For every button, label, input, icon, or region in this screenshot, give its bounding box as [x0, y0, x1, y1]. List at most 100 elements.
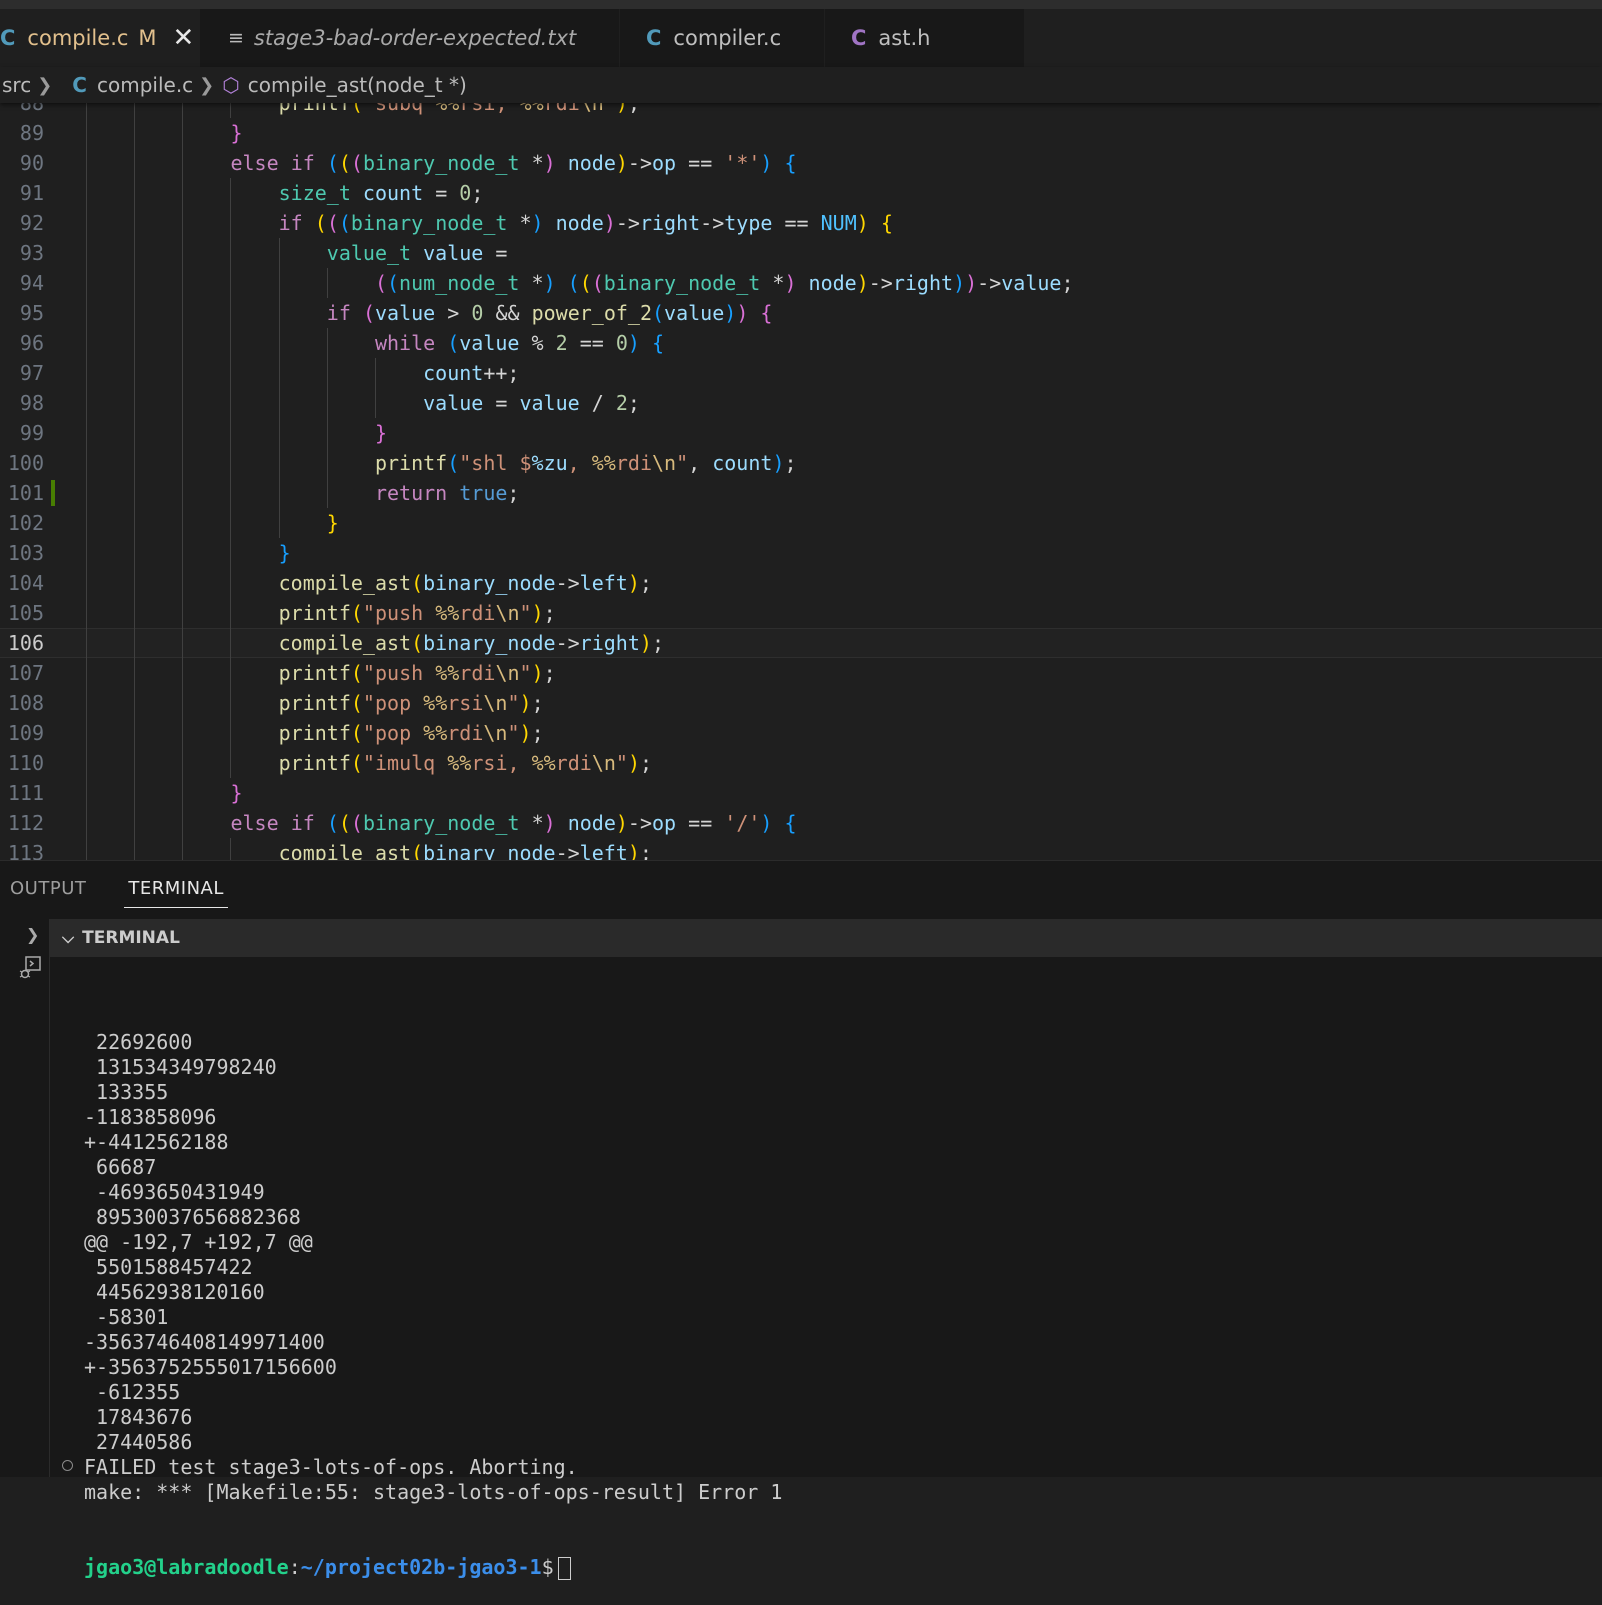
code-line[interactable]: 109 printf("pop %%rdi\n"); — [0, 718, 1602, 748]
code-token: ; — [639, 841, 652, 860]
indent-guide — [278, 298, 280, 328]
tab-label: stage3-bad-order-expected.txt — [253, 26, 577, 50]
code-token: r — [471, 751, 484, 775]
code-token: ( — [350, 811, 363, 835]
breadcrumb-symbol[interactable]: compile_ast(node_t *) — [248, 73, 467, 97]
code-token: } — [374, 421, 387, 445]
code-token: ) — [519, 721, 532, 745]
close-icon[interactable]: ✕ — [173, 25, 195, 51]
terminal-line: 22692600 — [84, 1030, 193, 1054]
code-line[interactable]: 112 else if (((binary_node_t *) node)->op… — [0, 808, 1602, 838]
code-line[interactable]: 90 else if (((binary_node_t *) node)->op … — [0, 148, 1602, 178]
code-token: num_node_t — [399, 271, 520, 295]
tab-ast-h[interactable]: C ast.h — [825, 9, 1025, 67]
code-line[interactable]: 88 printf("subq %%rsi, %%rdi\n"); — [0, 103, 1602, 118]
code-line[interactable]: 103} — [0, 538, 1602, 568]
code-line[interactable]: 106 compile_ast(binary_node->right); — [0, 628, 1602, 658]
code-line[interactable]: 95 if (value > 0 && power_of_2(value)) { — [0, 298, 1602, 328]
code-line[interactable]: 89} — [0, 118, 1602, 148]
code-token: $ — [519, 451, 532, 475]
code-token: ( — [314, 211, 327, 235]
code-line[interactable]: 91 size_t count = 0; — [0, 178, 1602, 208]
code-token: printf — [278, 691, 351, 715]
code-line[interactable]: 102} — [0, 508, 1602, 538]
chevron-right-icon[interactable]: ❯ — [26, 925, 39, 944]
terminal-output[interactable]: 22692600 131534349798240 133355 -11838580… — [84, 980, 782, 1605]
code-line[interactable]: 100 printf("shl $%zu, %%rdi\n", count); — [0, 448, 1602, 478]
code-token: ( — [338, 151, 351, 175]
code-editor[interactable]: 88 printf("subq %%rsi, %%rdi\n"); 89} 90 els… — [0, 103, 1602, 860]
code-token: - — [868, 271, 881, 295]
terminal-prompt[interactable]: jgao3@labradoodle:~/project02b-jgao3-1$ — [84, 1555, 782, 1580]
terminal-section-header[interactable]: ⌵ TERMINAL — [50, 919, 1602, 957]
code-line[interactable]: 101 return true; — [0, 478, 1602, 508]
code-line[interactable]: 97 count++; — [0, 358, 1602, 388]
code-line[interactable]: 107 printf("push %%rdi\n"); — [0, 658, 1602, 688]
git-modified-marker[interactable] — [51, 480, 55, 506]
indent-guide — [182, 268, 184, 298]
code-line[interactable]: 111} — [0, 778, 1602, 808]
code-line[interactable]: 98 value = value / 2; — [0, 388, 1602, 418]
tab-stage3-bad-order-expected[interactable]: ≡ stage3-bad-order-expected.txt — [200, 9, 620, 67]
line-number: 108 — [7, 691, 44, 715]
indent-guide — [134, 478, 136, 508]
file-text-icon: ≡ — [228, 27, 244, 49]
indent-guide — [182, 598, 184, 628]
tab-compiler-c[interactable]: C compiler.c — [620, 9, 825, 67]
command-status-circle-icon — [62, 1460, 73, 1471]
code-line[interactable]: 92 if (((binary_node_t *) node)->right->t… — [0, 208, 1602, 238]
terminal-line: 89530037656882368 — [84, 1205, 301, 1229]
code-token: %% — [423, 691, 448, 715]
code-line[interactable]: 93 value_t value = — [0, 238, 1602, 268]
prompt-symbol: $ — [541, 1555, 554, 1579]
code-token: ) — [615, 151, 628, 175]
code-token: printf — [278, 661, 351, 685]
code-token: d — [555, 103, 568, 115]
indent-guide — [86, 598, 87, 628]
tab-terminal[interactable]: TERMINAL — [124, 872, 228, 908]
code-line[interactable]: 110 printf("imulq %%rsi, %%rdi\n"); — [0, 748, 1602, 778]
indent-guide — [182, 388, 184, 418]
code-token: " — [362, 691, 375, 715]
terminal-line: 131534349798240 — [84, 1055, 277, 1079]
code-token: > — [639, 811, 653, 835]
terminal-debug-icon[interactable] — [18, 955, 44, 981]
code-line[interactable]: 96 while (value % 2 == 0) { — [0, 328, 1602, 358]
breadcrumb-folder[interactable]: src — [2, 73, 31, 97]
breadcrumb: src ❯ C compile.c ❯ ⬡ compile_ast(node_t… — [0, 67, 1602, 103]
code-token: ) — [615, 103, 628, 115]
code-text: else if (((binary_node_t *) node)->op ==… — [230, 148, 796, 178]
code-line[interactable]: 99} — [0, 418, 1602, 448]
indent-guide — [86, 103, 87, 118]
code-line[interactable]: 108 printf("pop %%rsi\n"); — [0, 688, 1602, 718]
tab-output[interactable]: OUTPUT — [10, 872, 86, 908]
line-number: 110 — [7, 751, 44, 775]
tab-compile-c[interactable]: C compile.c M ✕ — [0, 9, 200, 67]
code-line[interactable]: 113 compile_ast(binary_node->left); — [0, 838, 1602, 860]
code-text: } — [230, 118, 242, 148]
code-token: %% — [447, 751, 472, 775]
breadcrumb-file[interactable]: compile.c — [97, 73, 193, 97]
code-line[interactable]: 104 compile_ast(binary_node->left); — [0, 568, 1602, 598]
c-file-icon: C — [646, 26, 662, 50]
code-token: ; — [531, 721, 544, 745]
line-number: 112 — [7, 811, 44, 835]
tab-bar-empty-area — [1025, 9, 1602, 66]
code-token: = — [435, 181, 448, 205]
indent-guide — [86, 838, 87, 860]
code-line[interactable]: 94 ((num_node_t *) (((binary_node_t *) no… — [0, 268, 1602, 298]
code-line[interactable]: 105 printf("push %%rdi\n"); — [0, 598, 1602, 628]
code-token: " — [519, 601, 532, 625]
